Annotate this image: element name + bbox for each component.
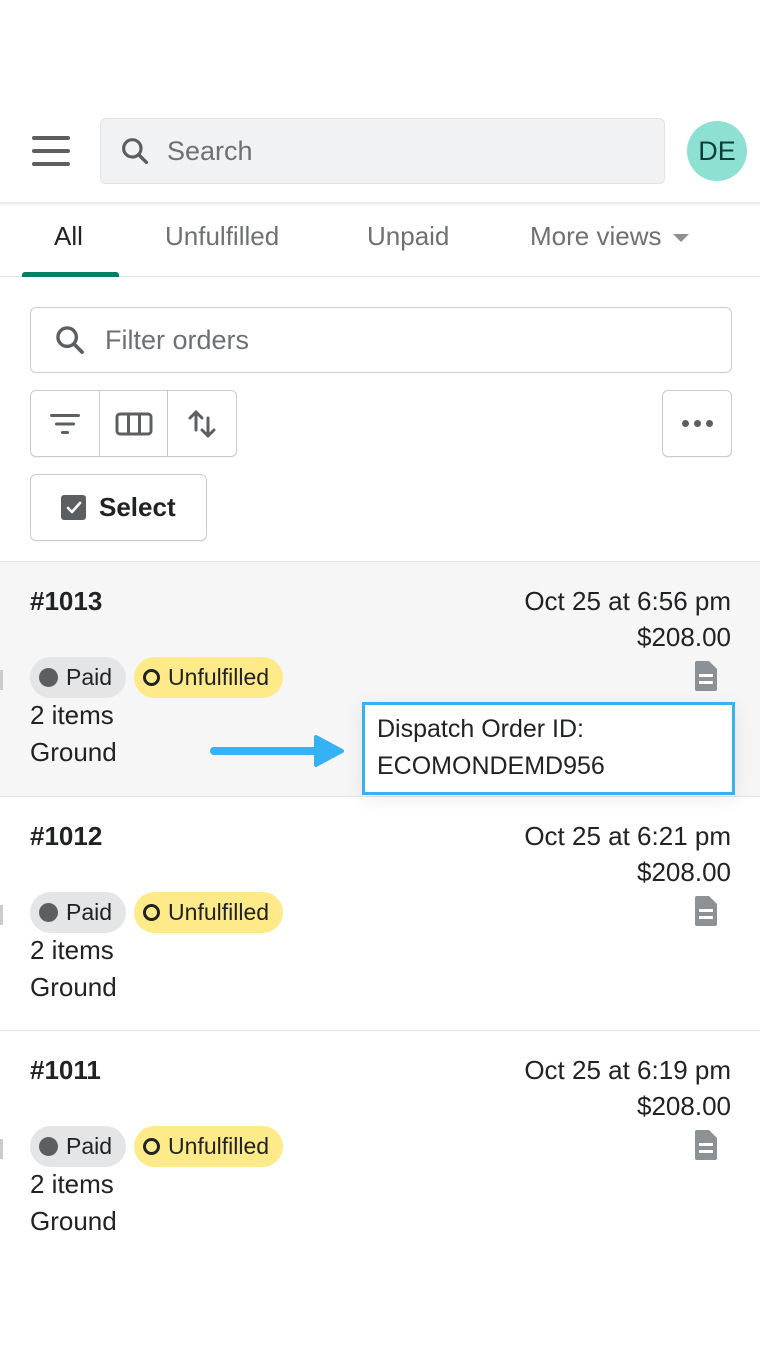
order-number: #1012 [30,821,103,851]
more-horizontal-icon [681,420,689,427]
dispatch-order-callout: Dispatch Order ID: ECOMONDEMD956 [362,702,735,795]
payment-status-label: Paid [66,899,113,925]
filter-orders[interactable] [30,307,732,373]
order-date: Oct 25 at 6:21 pm [524,821,731,851]
order-items: 2 items [30,935,114,965]
checkbox-icon [61,495,86,520]
select-label: Select [99,492,176,522]
tab-unpaid[interactable]: Unpaid [367,212,449,260]
sort-button[interactable] [168,391,236,456]
status-badges: Paid Unfulfilled [30,1126,284,1167]
search-icon [56,326,84,354]
status-badges: Paid Unfulfilled [30,657,284,698]
order-date: Oct 25 at 6:56 pm [524,586,731,616]
empty-circle-icon [143,669,161,686]
search-input[interactable] [167,135,627,167]
tab-more-views-label: More views [530,221,662,251]
avatar[interactable]: DE [687,121,747,181]
top-bar: DE [0,100,760,202]
payment-status-label: Paid [66,664,113,690]
fulfillment-status-badge: Unfulfilled [134,657,284,698]
edge-marker [0,670,3,690]
payment-status-badge: Paid [30,657,127,698]
order-total: $208.00 [637,622,731,652]
more-horizontal-icon-dot [705,420,713,427]
payment-status-label: Paid [66,1133,113,1159]
order-items: 2 items [30,1169,114,1199]
order-total: $208.00 [637,857,731,887]
empty-circle-icon [143,904,161,921]
fulfillment-status-label: Unfulfilled [168,1133,270,1159]
filled-circle-icon [39,668,58,687]
order-total: $208.00 [637,1091,731,1121]
order-items: 2 items [30,700,114,730]
payment-status-badge: Paid [30,1126,127,1167]
tab-more-views[interactable]: More views [530,212,690,260]
select-button[interactable]: Select [30,474,207,541]
annotation-arrow-icon [210,735,344,767]
filled-circle-icon [39,903,58,922]
fulfillment-status-label: Unfulfilled [168,899,270,925]
callout-label: Dispatch Order ID: [377,715,585,743]
more-actions-button[interactable] [662,390,732,457]
filled-circle-icon [39,1137,58,1156]
document-icon [695,1130,717,1160]
list-controls [30,390,237,457]
edge-marker [0,905,3,925]
tab-unfulfilled[interactable]: Unfulfilled [165,212,279,260]
order-shipping: Ground [30,972,117,1002]
order-row[interactable]: #1011 Oct 25 at 6:19 pm $208.00 Paid Unf… [0,1030,760,1265]
empty-circle-icon [143,1138,161,1155]
more-horizontal-icon-dot [693,420,701,427]
fulfillment-status-badge: Unfulfilled [134,1126,284,1167]
fulfillment-status-label: Unfulfilled [168,664,270,690]
columns-button[interactable] [100,391,169,456]
caret-down-icon [673,234,690,243]
order-shipping: Ground [30,1206,117,1236]
edge-marker [0,1139,3,1159]
filter-icon [49,413,80,434]
order-row[interactable]: #1012 Oct 25 at 6:21 pm $208.00 Paid Unf… [0,796,760,1031]
document-icon [695,896,717,926]
order-shipping: Ground [30,737,117,767]
status-badges: Paid Unfulfilled [30,892,284,933]
filter-orders-input[interactable] [105,324,685,356]
columns-icon [115,412,152,435]
document-icon [695,661,717,691]
filter-button[interactable] [31,391,100,456]
tab-all[interactable]: All [54,212,83,260]
global-search[interactable] [100,118,665,184]
hamburger-menu-icon[interactable] [32,134,72,168]
dispatch-order-id: ECOMONDEMD956 [377,752,605,780]
view-tabs: All Unfulfilled Unpaid More views [0,204,760,277]
active-tab-indicator [22,272,119,277]
order-number: #1011 [30,1055,101,1085]
order-date: Oct 25 at 6:19 pm [524,1055,731,1085]
payment-status-badge: Paid [30,892,127,933]
fulfillment-status-badge: Unfulfilled [134,892,284,933]
search-icon [122,138,149,165]
sort-icon [188,410,216,437]
order-number: #1013 [30,586,103,616]
